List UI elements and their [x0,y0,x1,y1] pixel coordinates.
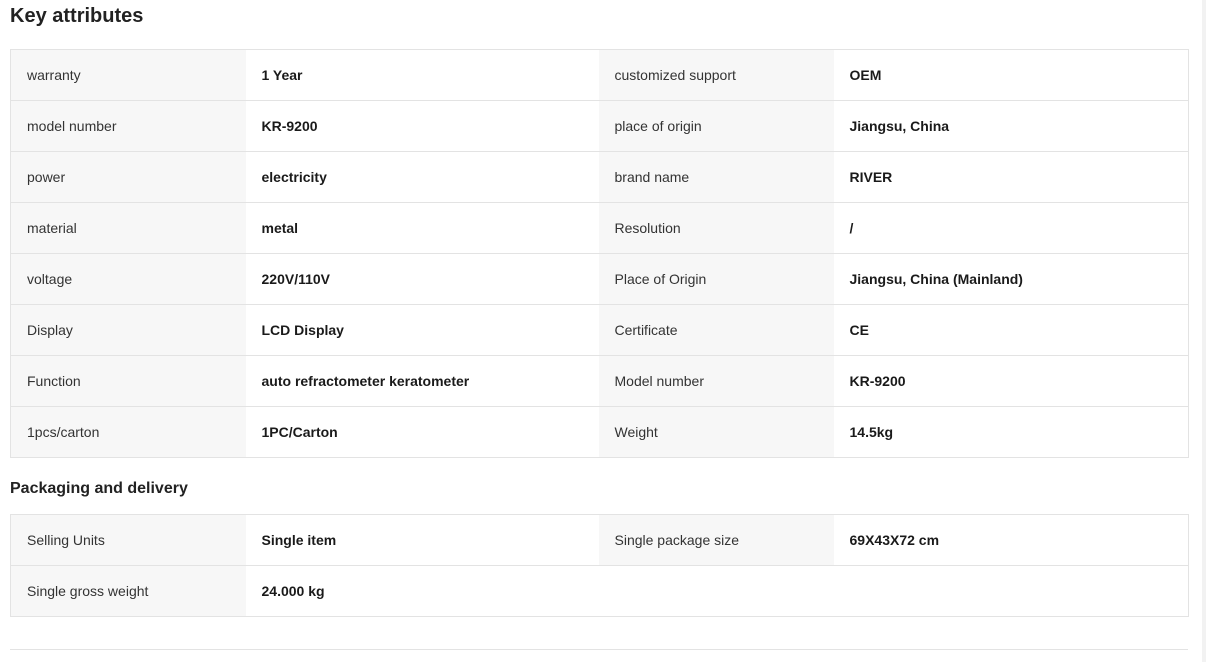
product-attributes-page: Key attributes warranty 1 Year customize… [0,0,1206,662]
table-row: 1pcs/carton 1PC/Carton Weight 14.5kg [10,406,1189,458]
table-row: Function auto refractometer keratometer … [10,355,1189,407]
attribute-value: 220V/110V [245,253,599,305]
attribute-value: electricity [245,151,599,203]
attribute-label: Selling Units [10,514,246,566]
scrollbar-track[interactable] [1202,0,1206,662]
attribute-label: customized support [598,49,834,101]
attribute-label: Function [10,355,246,407]
attribute-value: metal [245,202,599,254]
attribute-label: Single package size [598,514,834,566]
attribute-label: 1pcs/carton [10,406,246,458]
table-row: material metal Resolution / [10,202,1189,254]
attribute-value: Single item [245,514,599,566]
attribute-value: KR-9200 [245,100,599,152]
attribute-label: Place of Origin [598,253,834,305]
table-row: Single gross weight 24.000 kg [10,565,1189,617]
attribute-label: model number [10,100,246,152]
attribute-value: / [833,202,1189,254]
table-row: warranty 1 Year customized support OEM [10,49,1189,101]
attribute-label: place of origin [598,100,834,152]
packaging-heading: Packaging and delivery [10,480,188,497]
table-row: model number KR-9200 place of origin Jia… [10,100,1189,152]
attribute-label: Display [10,304,246,356]
section-divider [10,649,1188,650]
attribute-label: brand name [598,151,834,203]
attribute-label: Resolution [598,202,834,254]
attribute-value: 1 Year [245,49,599,101]
attribute-value: auto refractometer keratometer [245,355,599,407]
attribute-label: Certificate [598,304,834,356]
key-attributes-heading: Key attributes [10,5,144,27]
attribute-value: OEM [833,49,1189,101]
attribute-value: 1PC/Carton [245,406,599,458]
attribute-label: Model number [598,355,834,407]
attribute-label: Single gross weight [10,565,246,617]
attribute-value: LCD Display [245,304,599,356]
attribute-value: 24.000 kg [245,565,599,617]
attribute-value: RIVER [833,151,1189,203]
table-row: voltage 220V/110V Place of Origin Jiangs… [10,253,1189,305]
empty-cell [598,565,834,617]
key-attributes-table: warranty 1 Year customized support OEM m… [10,49,1189,458]
table-row: power electricity brand name RIVER [10,151,1189,203]
attribute-value: Jiangsu, China (Mainland) [833,253,1189,305]
attribute-value: 14.5kg [833,406,1189,458]
attribute-label: power [10,151,246,203]
attribute-label: material [10,202,246,254]
attribute-label: warranty [10,49,246,101]
table-row: Selling Units Single item Single package… [10,514,1189,566]
table-row: Display LCD Display Certificate CE [10,304,1189,356]
attribute-value: KR-9200 [833,355,1189,407]
attribute-value: Jiangsu, China [833,100,1189,152]
attribute-label: Weight [598,406,834,458]
empty-cell [833,565,1189,617]
attribute-value: 69X43X72 cm [833,514,1189,566]
attribute-label: voltage [10,253,246,305]
attribute-value: CE [833,304,1189,356]
packaging-table: Selling Units Single item Single package… [10,514,1189,617]
